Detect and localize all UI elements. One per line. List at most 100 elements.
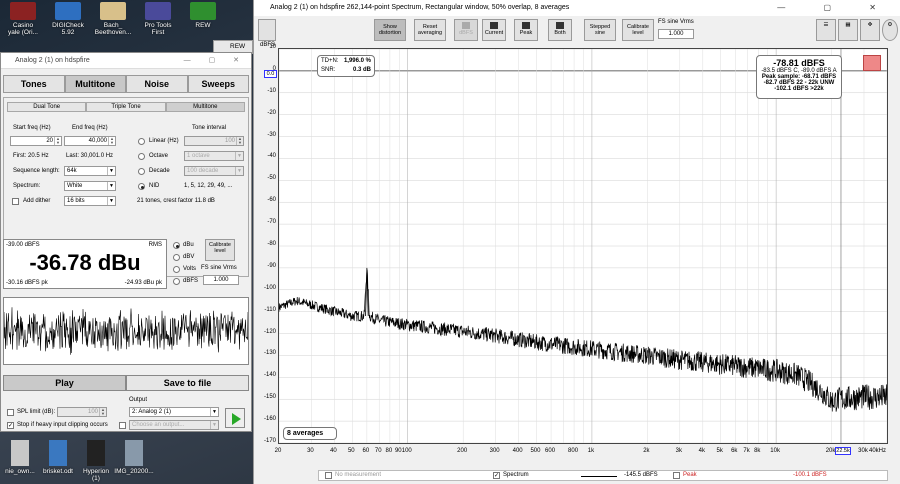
subtab-triple-tone[interactable]: Triple Tone <box>86 102 166 112</box>
peak-button[interactable]: Peak <box>514 19 538 41</box>
desktop-icon[interactable]: Pro Tools First <box>135 2 181 36</box>
cursor-frequency[interactable]: 22.5k <box>835 447 851 455</box>
y-tick-label: -150 <box>263 394 276 401</box>
both-button[interactable]: Both <box>548 19 572 41</box>
fs-sine-label: FS sine Vrms <box>201 265 237 271</box>
subtab-dual-tone[interactable]: Dual Tone <box>7 102 87 112</box>
meter-mode: RMS <box>148 242 162 248</box>
desktop-icon-label: Bach_ Beethoven... <box>94 22 132 36</box>
y-tick-label: -160 <box>263 416 276 423</box>
show-distortion-button[interactable]: Show distortion <box>374 19 406 41</box>
spectrum-dropdown[interactable]: White ▼ <box>64 181 116 191</box>
desktop-icon[interactable]: REW <box>180 2 226 29</box>
generator-title: Analog 2 (1) on hdspfire <box>15 57 90 64</box>
analyzer-window-controls[interactable]: — ▢ ✕ <box>777 3 894 12</box>
spectrum-trace <box>278 269 888 412</box>
tab-multitone[interactable]: Multitone <box>64 75 126 93</box>
file-icon <box>11 440 29 466</box>
unit-radio-dbu[interactable] <box>173 242 180 249</box>
linear-input[interactable]: 100 ▲ ▼ <box>184 136 244 146</box>
desktop-icon[interactable]: Casino yale (Ori... <box>0 2 46 36</box>
octave-dropdown[interactable]: 1 octave ▼ <box>184 151 244 161</box>
spl-limit-checkbox[interactable] <box>7 409 14 416</box>
reset-averaging-button[interactable]: Reset averaging <box>414 19 446 41</box>
stop-clipping-checkbox[interactable]: ✓ <box>7 422 14 429</box>
tab-noise[interactable]: Noise <box>126 75 188 93</box>
settings-icon[interactable]: ☰ <box>816 19 836 41</box>
app-icon <box>145 2 171 20</box>
peak-checkbox[interactable] <box>673 472 680 479</box>
radio-nid[interactable] <box>138 183 145 190</box>
toolbar-button-label: Current <box>484 30 504 36</box>
spectrum-plot[interactable]: TD+N: 1,996.0 % SNR: 0.3 dB -78.81 dBFS … <box>278 48 888 444</box>
analyzer-fs-sine-input[interactable]: 1.000 <box>658 29 694 39</box>
move-icon[interactable]: ✥ <box>860 19 880 41</box>
unit-radio-dbfs[interactable] <box>173 278 180 285</box>
calibrate-level-button[interactable]: Calibrate level <box>205 239 235 261</box>
end-freq-input[interactable]: 40,000 ▲ ▼ <box>64 136 116 146</box>
calibrate-level-button[interactable]: Calibrate level <box>622 19 654 41</box>
play-button[interactable]: Play <box>3 375 126 391</box>
dither-dropdown[interactable]: 16 bits ▼ <box>64 196 116 206</box>
y-tick-label: -140 <box>263 372 276 379</box>
x-tick-label: 40 <box>330 448 337 454</box>
spin-arrows-icon[interactable]: ▲ ▼ <box>236 137 243 145</box>
seq-length-label: Sequence length: <box>13 168 60 174</box>
y-marker[interactable]: 0.0 <box>264 70 277 78</box>
toolbar-button-label: Both <box>554 30 566 36</box>
generator-window-controls[interactable]: — ▢ ✕ <box>184 56 247 64</box>
grid-icon[interactable]: ▦ <box>838 19 858 41</box>
subtab-multitone[interactable]: Multitone <box>165 102 245 112</box>
camera-icon[interactable] <box>258 19 276 41</box>
stepped-sine-button[interactable]: Stepped sine <box>584 19 616 41</box>
analyzer-titlebar[interactable]: Analog 2 (1) on hdspfire 262,144-point S… <box>254 0 900 16</box>
start-freq-input[interactable]: 20 ▲ ▼ <box>10 136 62 146</box>
fs-sine-input[interactable]: 1.000 <box>203 275 239 285</box>
y-tick-label: -170 <box>263 438 276 444</box>
tab-tones[interactable]: Tones <box>3 75 65 93</box>
generator-titlebar[interactable]: Analog 2 (1) on hdspfire — ▢ ✕ <box>1 53 251 69</box>
desktop-icon[interactable]: nie_own... <box>0 440 40 475</box>
choose-output-checkbox[interactable] <box>119 422 126 429</box>
y-tick-label: 10 <box>269 44 276 50</box>
decade-dropdown[interactable]: 100 decade ▼ <box>184 166 244 176</box>
peak-legend-label: Peak <box>683 472 697 478</box>
radio-linear[interactable] <box>138 138 145 145</box>
desktop-icon[interactable]: Bach_ Beethoven... <box>90 2 136 36</box>
last-freq-label: Last: 30,001.0 Hz <box>66 153 114 159</box>
no-measurement-checkbox[interactable] <box>325 472 332 479</box>
radio-octave[interactable] <box>138 153 145 160</box>
tab-sweeps[interactable]: Sweeps <box>187 75 249 93</box>
spin-arrows-icon[interactable]: ▲ ▼ <box>99 408 106 416</box>
toolbar-button-label: Peak <box>519 30 533 36</box>
gear-icon[interactable]: ⚙ <box>882 19 898 41</box>
spl-limit-input[interactable]: 100 ▲ ▼ <box>57 407 107 417</box>
legend-bar: No measurement ✓ Spectrum -145.5 dBFS Pe… <box>318 470 888 481</box>
spectrum-svg[interactable] <box>278 48 888 444</box>
seq-length-dropdown[interactable]: 64k ▼ <box>64 166 116 176</box>
save-icon <box>462 22 470 29</box>
x-tick-label: 6k <box>731 448 738 454</box>
file-icon <box>125 440 143 466</box>
stop-clipping-label: Stop if heavy input clipping occurs <box>17 422 108 428</box>
radio-decade[interactable] <box>138 168 145 175</box>
choose-output-dropdown[interactable]: Choose an output... ▼ <box>129 420 219 430</box>
unit-radio-dbv[interactable] <box>173 254 180 261</box>
dbfs-button[interactable]: dBFS <box>454 19 478 41</box>
save-to-file-button[interactable]: Save to file <box>126 375 249 391</box>
play-arrow-icon[interactable] <box>225 408 245 428</box>
record-icon[interactable] <box>863 55 881 71</box>
desktop-icon[interactable]: IMG_20200... <box>114 440 154 475</box>
current-button[interactable]: Current <box>482 19 506 41</box>
unit-radio-volts[interactable] <box>173 266 180 273</box>
desktop-icon[interactable]: DIGICheck 5.92 <box>45 2 91 36</box>
add-dither-checkbox[interactable] <box>12 198 19 205</box>
x-tick-label: 90 <box>394 448 402 454</box>
output-dropdown[interactable]: 2: Analog 2 (1) ▼ <box>129 407 219 417</box>
desktop-icon[interactable]: brisket.odt <box>38 440 78 475</box>
spin-arrows-icon[interactable]: ▲ ▼ <box>54 137 61 145</box>
desktop-icon[interactable]: Hyperion (1) <box>76 440 116 482</box>
spectrum-checkbox[interactable]: ✓ <box>493 472 500 479</box>
spin-arrows-icon[interactable]: ▲ ▼ <box>108 137 115 145</box>
meter-pk-left: -30.16 dBFS pk <box>6 280 48 286</box>
